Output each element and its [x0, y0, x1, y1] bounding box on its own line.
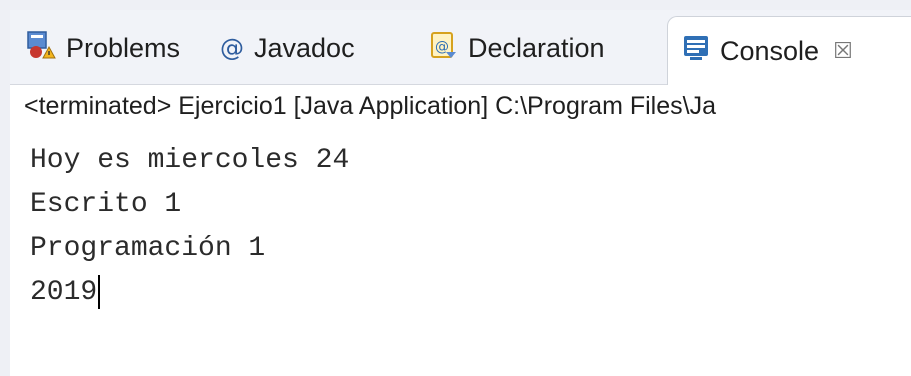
console-icon	[682, 34, 710, 69]
close-icon[interactable]: ☒	[833, 39, 853, 64]
process-status-line: <terminated> Ejercicio1 [Java Applicatio…	[24, 91, 716, 120]
console-line-last: 2019	[30, 272, 101, 314]
tab-javadoc[interactable]: @ Javadoc	[220, 22, 355, 74]
left-border	[0, 0, 10, 376]
view-tab-bar: Problems @ Javadoc @ Declaration Console…	[10, 10, 911, 85]
tab-console[interactable]: Console ☒	[667, 16, 911, 85]
javadoc-at-icon: @	[220, 34, 244, 62]
tab-problems-label: Problems	[66, 32, 181, 63]
tab-console-label: Console	[720, 35, 820, 66]
problems-icon	[26, 30, 56, 67]
tab-javadoc-label: Javadoc	[254, 32, 355, 63]
tab-declaration[interactable]: @ Declaration	[428, 22, 605, 74]
console-line: Escrito 1	[30, 189, 182, 220]
console-line: Programación 1	[30, 233, 266, 264]
console-view: Problems @ Javadoc @ Declaration Console…	[0, 0, 911, 376]
console-output[interactable]: Hoy es miercoles 24 Escrito 1 Programaci…	[10, 128, 911, 376]
console-line: Hoy es miercoles 24	[30, 145, 350, 176]
console-line-text: 2019	[30, 277, 98, 308]
text-caret	[98, 274, 101, 309]
declaration-icon: @	[428, 30, 458, 67]
top-border	[0, 0, 911, 10]
tab-problems[interactable]: Problems	[26, 22, 180, 74]
tab-declaration-label: Declaration	[468, 32, 605, 63]
